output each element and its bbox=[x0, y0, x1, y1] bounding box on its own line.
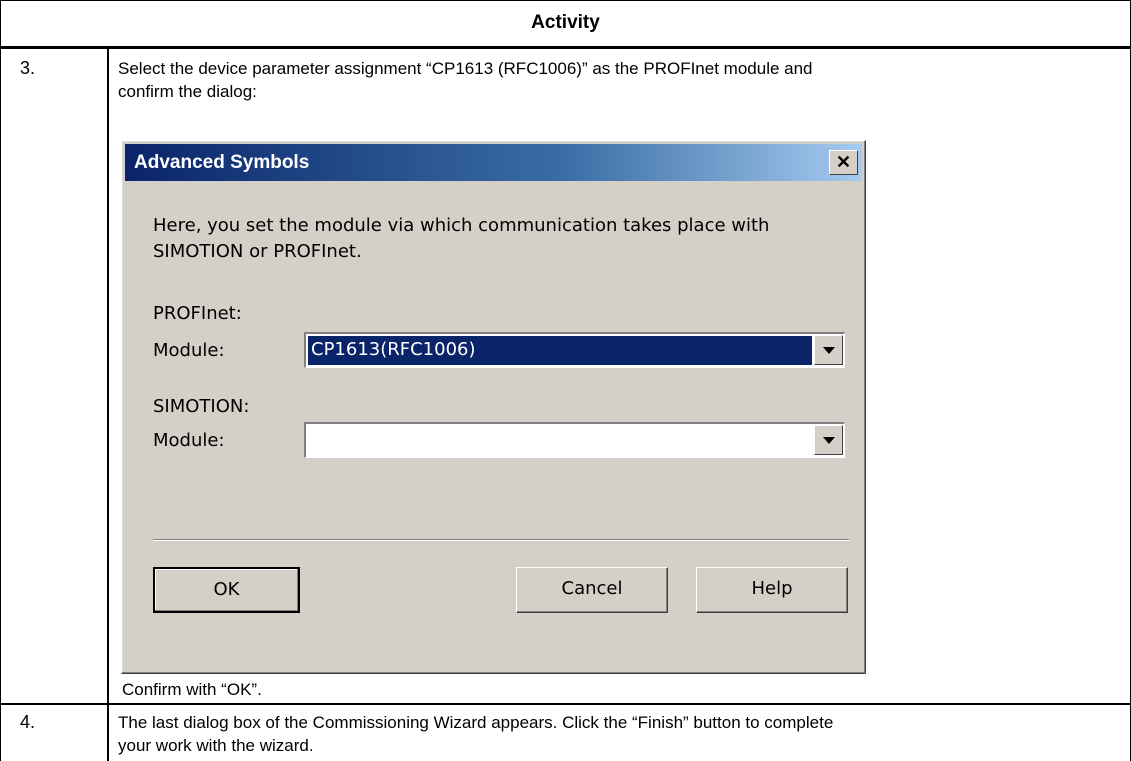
advanced-symbols-dialog: Advanced Symbols ✕ Here, you set the mod… bbox=[121, 140, 866, 674]
simotion-module-select[interactable] bbox=[304, 422, 845, 458]
step-confirm-note: Confirm with “OK”. bbox=[122, 680, 262, 699]
step-instruction-line1: The last dialog box of the Commissioning… bbox=[118, 713, 834, 732]
ok-button[interactable]: OK bbox=[153, 567, 300, 613]
dialog-titlebar[interactable]: Advanced Symbols ✕ bbox=[125, 144, 862, 181]
step-instruction-line1: Select the device parameter assignment “… bbox=[118, 59, 813, 78]
dialog-intro-line2: SIMOTION or PROFInet. bbox=[153, 241, 362, 262]
chevron-down-icon bbox=[823, 347, 835, 354]
table-left-border bbox=[0, 0, 1, 761]
step-instruction-line2: confirm the dialog: bbox=[118, 82, 257, 101]
close-icon: ✕ bbox=[835, 152, 852, 172]
profinet-label: PROFInet: bbox=[153, 303, 242, 324]
column-divider bbox=[107, 48, 109, 761]
chevron-down-icon bbox=[823, 437, 835, 444]
step-number: 4. bbox=[20, 712, 36, 732]
simotion-module-label: Module: bbox=[153, 430, 225, 451]
help-button[interactable]: Help bbox=[696, 567, 848, 613]
step-number: 3. bbox=[20, 58, 36, 78]
profinet-dropdown-button[interactable] bbox=[814, 335, 843, 365]
simotion-dropdown-button[interactable] bbox=[814, 425, 843, 455]
dialog-intro-line1: Here, you set the module via which commu… bbox=[153, 215, 770, 236]
simotion-module-value bbox=[308, 426, 812, 455]
dialog-separator bbox=[153, 539, 849, 541]
simotion-label: SIMOTION: bbox=[153, 396, 250, 417]
close-button[interactable]: ✕ bbox=[829, 150, 858, 175]
step-instruction-line2: your work with the wizard. bbox=[118, 736, 314, 755]
dialog-title: Advanced Symbols bbox=[134, 152, 310, 173]
profinet-module-select[interactable]: CP1613(RFC1006) bbox=[304, 332, 845, 368]
profinet-module-label: Module: bbox=[153, 340, 225, 361]
cancel-button[interactable]: Cancel bbox=[516, 567, 668, 613]
table-header-activity: Activity bbox=[531, 12, 600, 33]
profinet-module-value: CP1613(RFC1006) bbox=[308, 336, 812, 365]
row-divider bbox=[0, 703, 1131, 705]
